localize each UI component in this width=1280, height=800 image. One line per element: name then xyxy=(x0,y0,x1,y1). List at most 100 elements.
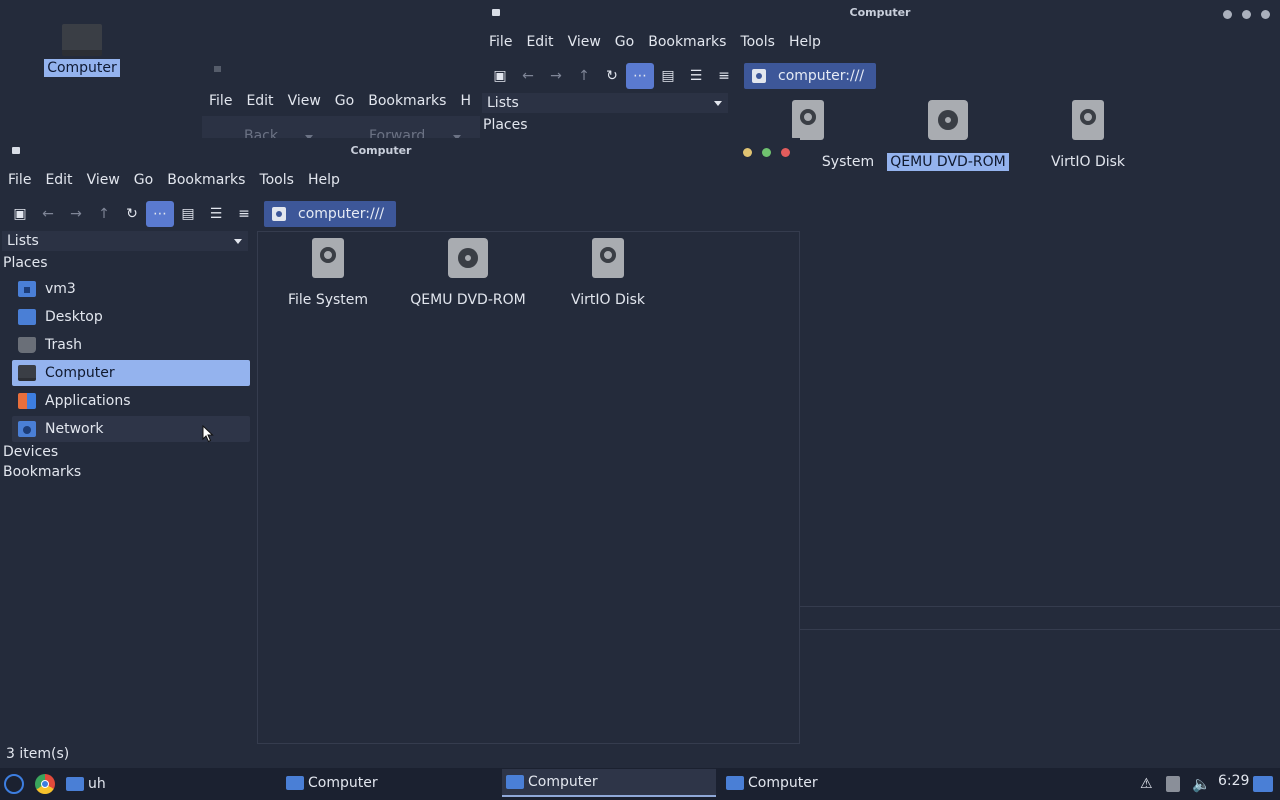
back-button[interactable]: ← xyxy=(514,63,542,89)
file-view[interactable]: File System QEMU DVD-ROM VirtIO Disk xyxy=(257,231,800,744)
new-tab-button[interactable]: ▣ xyxy=(6,201,34,227)
list-view-button[interactable]: ≡ xyxy=(710,63,738,89)
applications-icon xyxy=(18,393,36,409)
menu-help[interactable]: Help xyxy=(301,172,347,188)
desktop-computer-icon[interactable]: Computer xyxy=(44,22,120,77)
location-bar[interactable]: computer:/// xyxy=(744,63,877,89)
menu-file[interactable]: File xyxy=(202,93,239,109)
sidebar-item-trash[interactable]: Trash xyxy=(12,332,250,358)
menu-help[interactable]: Help xyxy=(782,34,828,50)
window-title: Computer xyxy=(350,144,412,157)
menu-view[interactable]: View xyxy=(80,172,127,188)
menu-edit[interactable]: Edit xyxy=(519,34,560,50)
menu-edit[interactable]: Edit xyxy=(239,93,280,109)
file-item[interactable]: VirtIO Disk xyxy=(543,238,673,308)
minimize-button[interactable] xyxy=(743,148,752,157)
menu-view[interactable]: View xyxy=(561,34,608,50)
minimize-button[interactable] xyxy=(1223,10,1232,19)
sidebar-item-computer[interactable]: Computer xyxy=(12,360,250,386)
reload-button[interactable]: ↻ xyxy=(598,63,626,89)
maximize-button[interactable] xyxy=(1242,10,1251,19)
folder-icon xyxy=(506,775,524,789)
removable-drive-icon[interactable] xyxy=(1166,771,1180,797)
thumbnail-view-button[interactable]: ▤ xyxy=(174,201,202,227)
close-button[interactable] xyxy=(781,148,790,157)
sidebar-item-label: vm3 xyxy=(45,281,76,297)
menu-go[interactable]: Go xyxy=(328,93,361,109)
sidebar-mode-combo[interactable]: Lists xyxy=(2,231,248,251)
close-button[interactable] xyxy=(1261,10,1270,19)
location-bar[interactable]: computer:/// xyxy=(264,201,397,227)
back-window-titlebar[interactable]: Computer xyxy=(480,0,1280,28)
sidebar-mode-combo[interactable]: Lists xyxy=(482,93,728,113)
icon-view-button[interactable]: ⋯ xyxy=(626,63,654,89)
menu-edit[interactable]: Edit xyxy=(38,172,79,188)
menu-file[interactable]: File xyxy=(1,172,38,188)
file-item-label: QEMU DVD-ROM xyxy=(887,153,1009,171)
menu-bookmarks[interactable]: Bookmarks xyxy=(361,93,453,109)
browser-launcher[interactable] xyxy=(35,771,55,797)
places-header[interactable]: Places xyxy=(0,253,256,275)
toolbar: ▣ ← → ↑ ↻ ⋯ ▤ ☰ ≡ computer:/// xyxy=(0,197,800,231)
network-icon xyxy=(18,421,36,437)
back-button[interactable]: ← xyxy=(34,201,62,227)
file-item[interactable]: VirtIO Disk xyxy=(1023,100,1153,170)
forward-button[interactable]: → xyxy=(62,201,90,227)
taskbar-task-computer[interactable]: Computer xyxy=(722,769,936,797)
file-manager-launcher[interactable]: uh xyxy=(66,771,106,797)
drive-icon xyxy=(752,69,766,83)
taskbar-task-computer[interactable]: Computer xyxy=(282,769,496,797)
menu-help[interactable]: H xyxy=(453,93,478,109)
up-button[interactable]: ↑ xyxy=(570,63,598,89)
sidebar-item-network[interactable]: Network xyxy=(12,416,250,442)
menu-go[interactable]: Go xyxy=(608,34,641,50)
file-item[interactable]: File System xyxy=(263,238,393,308)
distro-logo-icon xyxy=(4,774,24,794)
harddisk-icon xyxy=(592,238,624,278)
reload-button[interactable]: ↻ xyxy=(118,201,146,227)
devices-header[interactable]: Devices xyxy=(0,444,256,464)
menu-bookmarks[interactable]: Bookmarks xyxy=(160,172,252,188)
task-label: Computer xyxy=(308,775,378,791)
forward-button[interactable]: → xyxy=(542,63,570,89)
bookmarks-header[interactable]: Bookmarks xyxy=(0,464,256,484)
folder-icon xyxy=(286,776,304,790)
menu-tools[interactable]: Tools xyxy=(733,34,782,50)
sidebar-item-vm3[interactable]: vm3 xyxy=(12,276,250,302)
start-menu-button[interactable] xyxy=(4,771,24,797)
computer-icon xyxy=(62,24,102,56)
menu-go[interactable]: Go xyxy=(127,172,160,188)
thumbnail-view-button[interactable]: ▤ xyxy=(654,63,682,89)
clock[interactable]: 6:29 xyxy=(1218,773,1249,789)
file-item[interactable]: QEMU DVD-ROM xyxy=(883,100,1013,171)
menu-bookmarks[interactable]: Bookmarks xyxy=(641,34,733,50)
location-text: computer:/// xyxy=(298,206,385,222)
file-item-label: VirtIO Disk xyxy=(570,292,646,308)
compact-view-button[interactable]: ☰ xyxy=(202,201,230,227)
file-item-label: VirtIO Disk xyxy=(1050,154,1126,170)
toolbar: ▣ ← → ↑ ↻ ⋯ ▤ ☰ ≡ computer:/// xyxy=(480,59,1280,93)
harddisk-icon xyxy=(792,100,824,140)
new-tab-button[interactable]: ▣ xyxy=(486,63,514,89)
volume-icon[interactable]: 🔈 xyxy=(1192,771,1211,797)
sidebar: Lists Places vm3 Desktop Trash Computer … xyxy=(0,231,256,484)
notifications-icon[interactable]: ⚠ xyxy=(1140,771,1153,797)
list-view-button[interactable]: ≡ xyxy=(230,201,258,227)
menu-view[interactable]: View xyxy=(281,93,328,109)
file-item[interactable]: QEMU DVD-ROM xyxy=(403,238,533,308)
sidebar-item-label: Computer xyxy=(45,365,115,381)
file-item-label: File System xyxy=(287,292,369,308)
front-window-titlebar[interactable]: Computer xyxy=(0,138,800,166)
sidebar-item-label: Applications xyxy=(45,393,131,409)
maximize-button[interactable] xyxy=(762,148,771,157)
menu-file[interactable]: File xyxy=(482,34,519,50)
compact-view-button[interactable]: ☰ xyxy=(682,63,710,89)
sidebar-item-applications[interactable]: Applications xyxy=(12,388,250,414)
icon-view-button[interactable]: ⋯ xyxy=(146,201,174,227)
show-desktop-button[interactable] xyxy=(1253,771,1273,797)
sidebar-item-label: Desktop xyxy=(45,309,103,325)
taskbar-task-computer[interactable]: Computer xyxy=(502,769,716,797)
sidebar-item-desktop[interactable]: Desktop xyxy=(12,304,250,330)
menu-tools[interactable]: Tools xyxy=(252,172,301,188)
up-button[interactable]: ↑ xyxy=(90,201,118,227)
